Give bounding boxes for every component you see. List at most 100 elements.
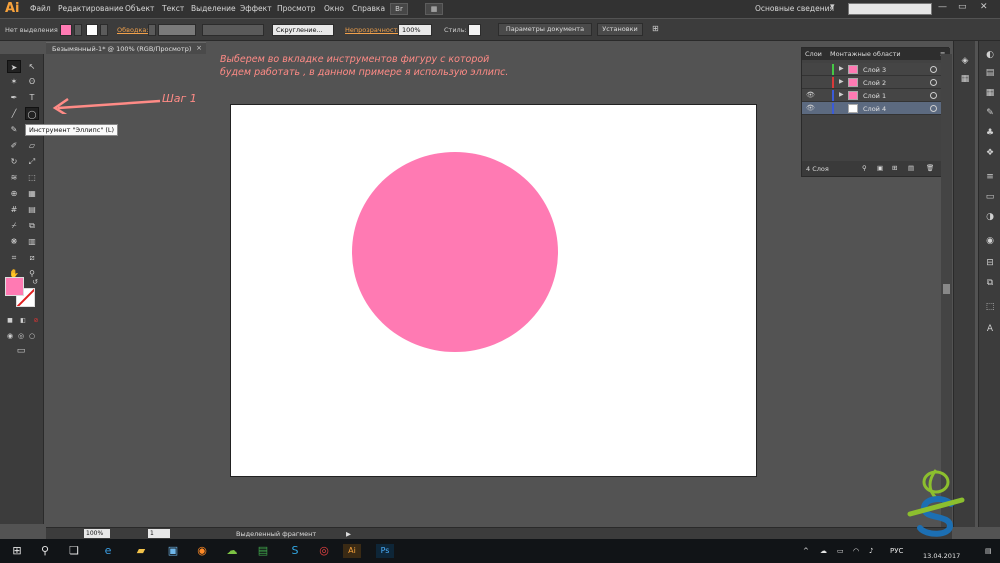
stroke-weight-field[interactable]	[158, 24, 196, 36]
draw-inside-icon[interactable]: ○	[27, 330, 37, 343]
opacity-label[interactable]: Непрозрачность:	[345, 26, 403, 34]
layer-name[interactable]: Слой 3	[863, 66, 886, 74]
app-icon[interactable]: ☁	[225, 544, 239, 558]
locate-object-icon[interactable]: ⚲	[862, 164, 867, 172]
width-tool-icon[interactable]: ≋	[7, 171, 21, 184]
direct-selection-tool-icon[interactable]: ↖	[25, 60, 39, 73]
artboard-tool-icon[interactable]: ⌗	[7, 251, 21, 264]
skype-icon[interactable]: S	[288, 544, 302, 558]
rotate-tool-icon[interactable]: ↻	[7, 155, 21, 168]
gradient-mode-icon[interactable]: ◧	[18, 314, 28, 327]
graphic-style-swatch[interactable]	[468, 24, 481, 36]
layer-row[interactable]: ▶ Слой 2	[802, 76, 948, 89]
fill-dropdown-icon[interactable]	[74, 24, 82, 36]
status-arrow-icon[interactable]: ▶	[346, 530, 351, 538]
brush-definition-field[interactable]: Скругление...	[272, 24, 334, 36]
document-tab[interactable]: Безымянный-1* @ 100% (RGB/Просмотр) ×	[46, 42, 206, 54]
network-icon[interactable]: ◠	[853, 547, 859, 555]
transform-icon[interactable]: ⬚	[983, 301, 997, 314]
draw-normal-icon[interactable]: ◉	[5, 330, 15, 343]
libraries-icon[interactable]: ◈	[958, 55, 972, 68]
shaper-tool-icon[interactable]: ✐	[7, 139, 21, 152]
layer-name[interactable]: Слой 1	[863, 92, 886, 100]
perspective-grid-tool-icon[interactable]: ▦	[25, 187, 39, 200]
notifications-icon[interactable]: ▤	[985, 547, 992, 555]
pink-ellipse-shape[interactable]	[352, 152, 558, 352]
brushes-icon[interactable]: ✎	[983, 107, 997, 120]
task-view-icon[interactable]: ❏	[67, 544, 81, 558]
menu-object[interactable]: Объект	[125, 4, 154, 13]
tab-artboards[interactable]: Монтажные области	[830, 50, 901, 58]
store-icon[interactable]: ▣	[166, 544, 180, 558]
illustrator-taskbar-icon[interactable]: Ai	[343, 544, 361, 558]
stroke-dropdown-icon[interactable]	[100, 24, 108, 36]
language-indicator[interactable]: РУС	[890, 547, 903, 555]
menu-view[interactable]: Просмотр	[277, 4, 316, 13]
search-input[interactable]	[848, 3, 932, 15]
swatches-icon[interactable]: ▦	[983, 87, 997, 100]
workspace-dropdown-icon[interactable]: ▾	[830, 2, 835, 12]
menu-help[interactable]: Справка	[352, 4, 385, 13]
menu-file[interactable]: Файл	[30, 4, 51, 13]
layer-name[interactable]: Слой 2	[863, 79, 886, 87]
menu-window[interactable]: Окно	[324, 4, 344, 13]
color-mode-icon[interactable]: ■	[5, 314, 15, 327]
align-panel-icon[interactable]: ⊟	[983, 257, 997, 270]
color-guide-icon[interactable]: ▤	[983, 67, 997, 80]
eyedropper-tool-icon[interactable]: ⌿	[7, 219, 21, 232]
document-close-icon[interactable]: ×	[196, 44, 202, 52]
preferences-button[interactable]: Установки	[597, 23, 643, 36]
paintbrush-tool-icon[interactable]: ✎	[7, 123, 21, 136]
appearance-icon[interactable]: ◉	[983, 235, 997, 248]
document-settings-button[interactable]: Параметры документа	[498, 23, 592, 36]
excel-icon[interactable]: ▤	[256, 544, 270, 558]
clock-date[interactable]: 13.04.2017	[923, 552, 960, 560]
transparency-icon[interactable]: ◑	[983, 211, 997, 224]
stroke-color-swatch[interactable]	[86, 24, 98, 36]
layer-name[interactable]: Слой 4	[863, 105, 886, 113]
layer-target-icon[interactable]	[930, 79, 937, 86]
search-icon[interactable]: ⚲	[38, 544, 52, 558]
blend-tool-icon[interactable]: ⧉	[25, 219, 39, 232]
edge-browser-icon[interactable]: e	[101, 544, 115, 558]
properties-icon[interactable]: ▦	[958, 73, 972, 86]
color-panel-icon[interactable]: ◐	[983, 49, 997, 62]
opacity-field[interactable]: 100%	[398, 24, 432, 36]
variable-width-profile[interactable]	[202, 24, 264, 36]
file-explorer-icon[interactable]: ▰	[134, 544, 148, 558]
free-transform-tool-icon[interactable]: ⬚	[25, 171, 39, 184]
layer-target-icon[interactable]	[930, 105, 937, 112]
symbols-icon[interactable]: ♣	[983, 127, 997, 140]
column-graph-tool-icon[interactable]: ▥	[25, 235, 39, 248]
layer-row[interactable]: 👁 ▶ Слой 1	[802, 89, 948, 102]
ellipse-tool-icon[interactable]: ◯	[25, 107, 39, 120]
firefox-icon[interactable]: ◉	[195, 544, 209, 558]
volume-icon[interactable]: ♪	[869, 547, 873, 555]
selection-tool-icon[interactable]: ➤	[7, 60, 21, 73]
minimize-icon[interactable]: —	[938, 2, 947, 12]
vertical-scrollbar[interactable]	[941, 54, 952, 527]
symbol-sprayer-tool-icon[interactable]: ❋	[7, 235, 21, 248]
layer-row-selected[interactable]: 👁 Слой 4	[802, 102, 948, 115]
zoom-field[interactable]: 100%	[84, 529, 110, 538]
onedrive-icon[interactable]: ☁	[820, 547, 827, 555]
pathfinder-icon[interactable]: ⧉	[983, 277, 997, 290]
artboard-number-field[interactable]: 1	[148, 529, 170, 538]
stroke-label[interactable]: Обводка:	[117, 26, 149, 34]
draw-behind-icon[interactable]: ◎	[16, 330, 26, 343]
type-tool-icon[interactable]: T	[25, 91, 39, 104]
clipping-mask-icon[interactable]: ▣	[877, 164, 883, 172]
stroke-panel-icon[interactable]: ≡	[983, 171, 997, 184]
bridge-icon[interactable]: Br	[390, 3, 408, 15]
menu-text[interactable]: Текст	[162, 4, 184, 13]
new-sublayer-icon[interactable]: ⊞	[892, 164, 897, 172]
expand-arrow-icon[interactable]: ▶	[839, 91, 844, 98]
layer-target-icon[interactable]	[930, 92, 937, 99]
tray-chevron-icon[interactable]: ^	[803, 547, 809, 555]
expand-arrow-icon[interactable]: ▶	[839, 78, 844, 85]
slice-tool-icon[interactable]: ⧄	[25, 251, 39, 264]
fill-color-swatch[interactable]	[60, 24, 72, 36]
visibility-icon[interactable]: 👁	[806, 104, 815, 112]
menu-effect[interactable]: Эффект	[240, 4, 272, 13]
mesh-tool-icon[interactable]: #	[7, 203, 21, 216]
